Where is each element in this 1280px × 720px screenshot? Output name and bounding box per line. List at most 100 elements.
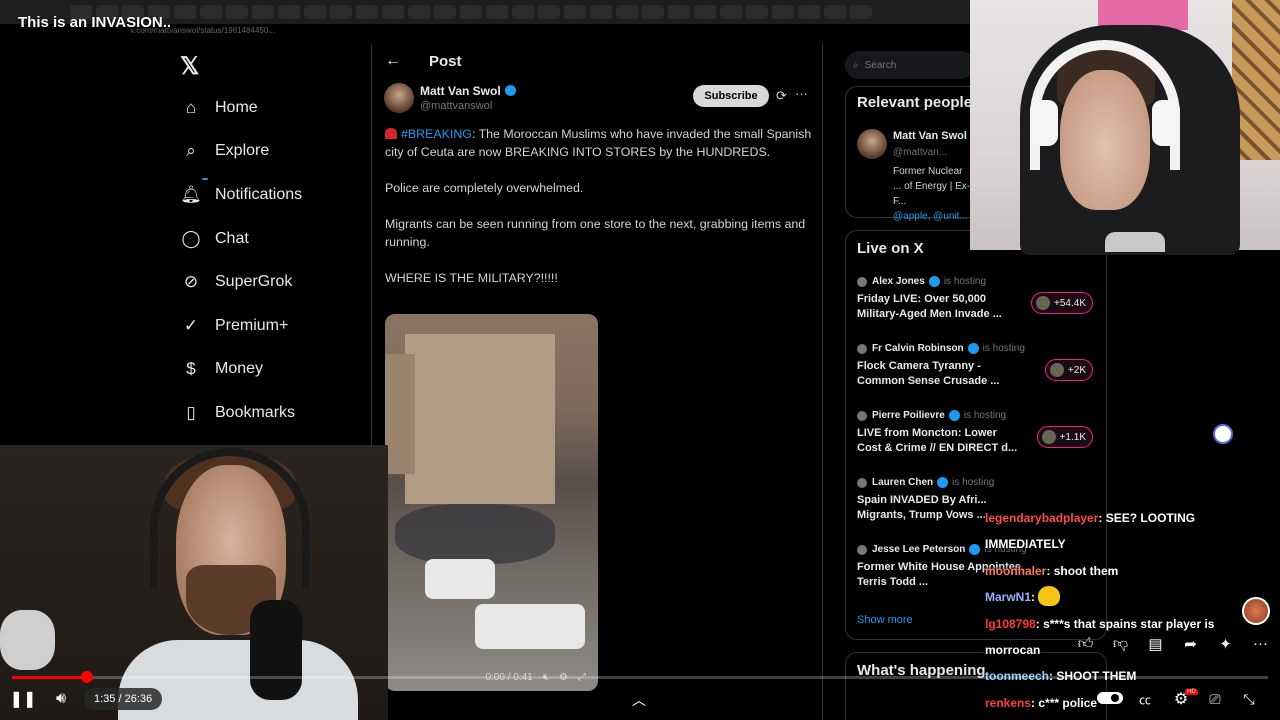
browser-tab[interactable] (694, 5, 716, 19)
author-name[interactable]: Matt Van Swol (420, 84, 516, 98)
browser-tab[interactable] (564, 5, 586, 19)
check-badge-icon: ✓ (183, 315, 199, 335)
headphone-cup (1030, 100, 1058, 146)
post-paragraph: WHERE IS THE MILITARY?!!!!! (385, 271, 558, 285)
back-arrow-icon[interactable]: ← (385, 52, 401, 70)
live-item-title: LIVE from Moncton: Lower Cost & Crime //… (857, 427, 1018, 454)
browser-tab[interactable] (590, 5, 612, 19)
notification-badge (202, 177, 208, 180)
grok-icon[interactable]: ⟳ (776, 88, 787, 104)
duck-emote-icon (1038, 586, 1061, 607)
hashtag-link[interactable]: #BREAKING (401, 127, 472, 141)
avatar (1036, 296, 1051, 310)
verified-badge-icon (928, 276, 940, 287)
subscribe-button[interactable]: Subscribe (693, 85, 769, 107)
live-item[interactable]: Pierre Poilievre is hosting LIVE from Mon… (857, 410, 1097, 456)
sticker-icon (1213, 424, 1233, 444)
browser-tab[interactable] (642, 5, 664, 19)
show-more-link[interactable]: Show more (857, 614, 913, 626)
browser-tab[interactable] (538, 5, 560, 19)
browser-tab[interactable] (668, 5, 690, 19)
avatar[interactable] (384, 83, 414, 113)
cast-icon[interactable]: ⎚ (1204, 688, 1226, 710)
browser-tab[interactable] (616, 5, 638, 19)
page-title: Post (429, 52, 462, 70)
video-actions: 👍︎ 👎︎ ▤ ➦ ✦ ··· (1068, 635, 1278, 653)
live-item-title: Friday LIVE: Over 50,000 Military-Aged M… (857, 293, 1002, 320)
x-logo-icon[interactable]: 𝕏 (180, 52, 199, 81)
browser-tab[interactable] (798, 5, 820, 19)
dislike-icon[interactable]: 👎︎ (1103, 635, 1138, 653)
search-input[interactable]: ⌕ Search (845, 51, 975, 79)
post-author[interactable]: Matt Van Swol @mattvanswol (384, 83, 516, 113)
browser-tab[interactable] (408, 5, 430, 19)
more-options-icon[interactable]: ··· (1243, 635, 1278, 653)
live-item[interactable]: Fr Calvin Robinson is hosting Flock Camer… (857, 343, 1097, 389)
avatar (857, 343, 867, 354)
browser-tab[interactable] (382, 5, 404, 19)
comment-icon[interactable]: ▤ (1138, 635, 1173, 653)
relevant-person-handle[interactable]: @mattvan... (893, 147, 947, 158)
live-on-x-title: Live on X (857, 240, 924, 257)
like-icon[interactable]: 👍︎ (1068, 635, 1103, 653)
progress-bar[interactable] (12, 676, 1268, 679)
post-text: #BREAKING: The Moroccan Muslims who have… (385, 125, 815, 305)
pause-icon[interactable]: ❚❚ (10, 688, 37, 710)
volume-icon[interactable]: 🔊︎ (50, 688, 72, 710)
captions-icon[interactable]: ㏄ (1134, 688, 1156, 710)
browser-tab[interactable] (304, 5, 326, 19)
browser-tab[interactable] (434, 5, 456, 19)
browser-tab[interactable] (200, 5, 222, 19)
fullscreen-icon[interactable]: ⤡ (1238, 688, 1260, 710)
more-options-icon[interactable]: ··· (795, 86, 808, 101)
browser-tab[interactable] (512, 5, 534, 19)
listener-count[interactable]: +2K (1044, 359, 1093, 381)
grok-icon: ⊘ (183, 272, 199, 292)
browser-tab[interactable] (356, 5, 378, 19)
headphone-cup (1152, 100, 1180, 146)
nav-item-chat[interactable]: ◯ Chat (180, 217, 302, 261)
nav-label: Chat (215, 229, 249, 247)
scrubber-handle[interactable] (81, 671, 93, 683)
nav-item-premium[interactable]: ✓ Premium+ (180, 304, 302, 348)
dollar-icon: $ (186, 359, 196, 379)
nav-label: SuperGrok (215, 273, 293, 291)
chat-message: MarwN1: (985, 584, 1225, 610)
browser-tab[interactable] (824, 5, 846, 19)
browser-tab[interactable] (720, 5, 742, 19)
share-icon[interactable]: ➦ (1173, 635, 1208, 653)
avatar (857, 410, 867, 421)
browser-tab[interactable] (746, 5, 768, 19)
avatar[interactable] (857, 129, 887, 159)
browser-tab[interactable] (486, 5, 508, 19)
listener-count[interactable]: +54.4K (1031, 292, 1093, 314)
sparkle-icon[interactable]: ✦ (1208, 635, 1243, 653)
browser-tab[interactable] (330, 5, 352, 19)
autoplay-toggle[interactable] (1097, 692, 1123, 704)
verified-badge-icon (969, 544, 981, 555)
browser-tab[interactable] (174, 5, 196, 19)
chevron-up-icon[interactable]: ︿ (632, 690, 646, 710)
siren-emoji-icon (385, 128, 397, 139)
browser-tab[interactable] (252, 5, 274, 19)
nav-item-bookmarks[interactable]: ▯ Bookmarks (180, 391, 302, 435)
post-video[interactable]: 0:00 / 0:41 🔇︎ ⚙ ⤢ (385, 314, 598, 691)
author-handle[interactable]: @mattvanswol (420, 100, 516, 112)
verified-badge-icon (937, 477, 949, 488)
nav-item-home[interactable]: ⌂ Home (180, 86, 302, 130)
browser-tab[interactable] (226, 5, 248, 19)
relevant-person-name[interactable]: Matt Van Swol (893, 130, 967, 142)
browser-tab[interactable] (850, 5, 872, 19)
browser-tab[interactable] (460, 5, 482, 19)
nav-item-money[interactable]: $ Money (180, 348, 302, 392)
nav-label: Explore (215, 142, 270, 160)
bio-links[interactable]: @apple, @unit... (893, 211, 968, 222)
nav-item-notifications[interactable]: 🔔︎ Notifications (180, 173, 302, 217)
channel-avatar[interactable] (1242, 597, 1270, 625)
listener-count[interactable]: +1.1K (1036, 426, 1093, 448)
nav-item-supergrok[interactable]: ⊘ SuperGrok (180, 260, 302, 304)
live-item[interactable]: Alex Jones is hosting Friday LIVE: Over 5… (857, 276, 1097, 322)
browser-tab[interactable] (278, 5, 300, 19)
browser-tab[interactable] (772, 5, 794, 19)
nav-item-explore[interactable]: ⌕ Explore (180, 130, 302, 174)
